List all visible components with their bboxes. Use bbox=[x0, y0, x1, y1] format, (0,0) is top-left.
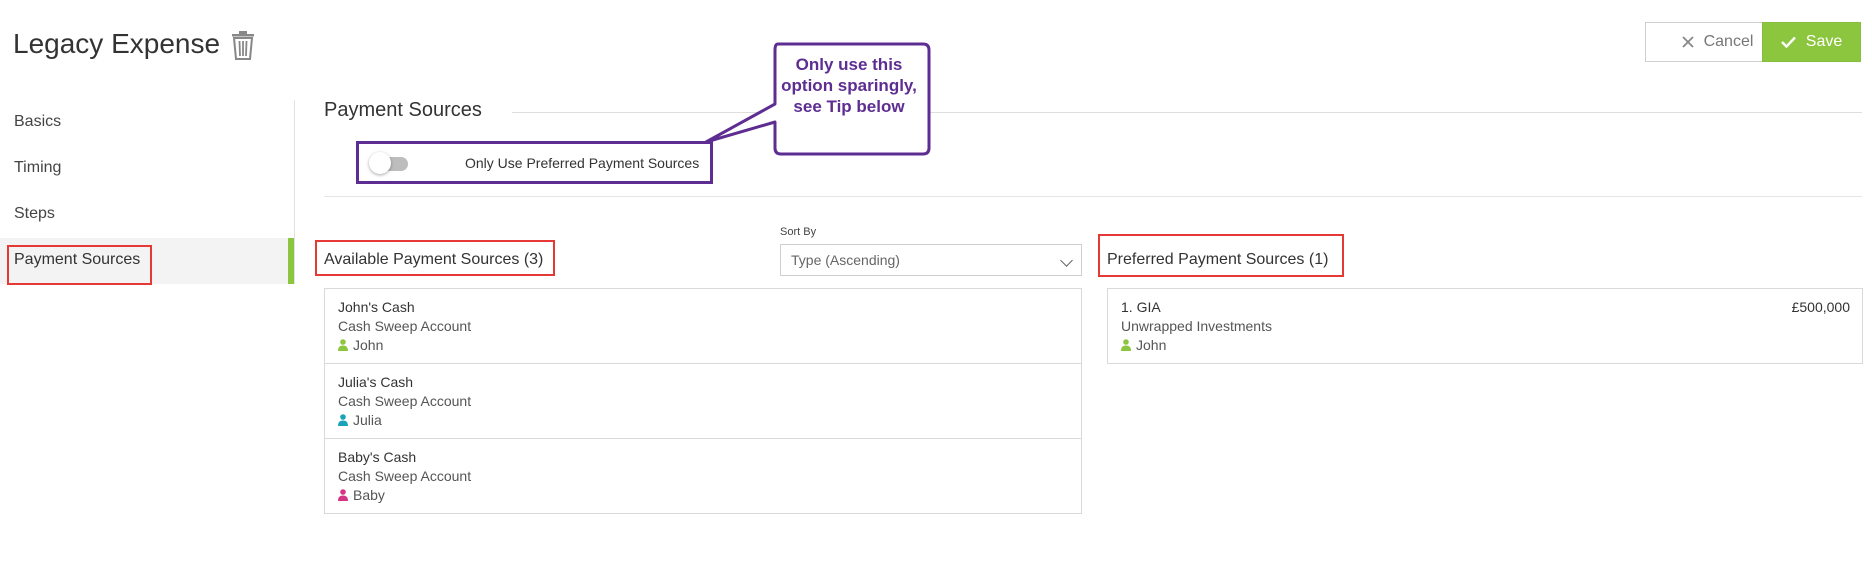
available-card-johns-cash[interactable]: John's Cash Cash Sweep Account John bbox=[324, 288, 1082, 364]
close-icon bbox=[1681, 36, 1694, 48]
person-icon bbox=[1121, 339, 1131, 351]
preferred-card-gia[interactable]: 1. GIA £500,000 Unwrapped Investments Jo… bbox=[1107, 288, 1863, 364]
sort-select[interactable]: Type (Ascending) bbox=[780, 244, 1082, 276]
page-title: Legacy Expense bbox=[13, 28, 221, 59]
person-icon bbox=[338, 414, 348, 426]
sort-select-value: Type (Ascending) bbox=[791, 252, 900, 268]
card-name: Baby's Cash bbox=[338, 449, 417, 465]
available-card-julias-cash[interactable]: Julia's Cash Cash Sweep Account Julia bbox=[324, 363, 1082, 439]
section-title: Payment Sources bbox=[324, 99, 482, 121]
save-label: Save bbox=[1805, 33, 1843, 50]
card-owner-name: John bbox=[1136, 337, 1167, 353]
card-type: Cash Sweep Account bbox=[338, 393, 472, 409]
trash-icon[interactable] bbox=[230, 30, 256, 60]
card-name: 1. GIA bbox=[1121, 299, 1161, 315]
sidebar-divider bbox=[294, 100, 295, 284]
card-type: Cash Sweep Account bbox=[338, 318, 472, 334]
card-owner: Baby bbox=[338, 487, 385, 503]
card-owner-name: Julia bbox=[353, 412, 382, 428]
card-name: Julia's Cash bbox=[338, 374, 414, 390]
card-owner-name: Baby bbox=[353, 487, 385, 503]
card-owner-name: John bbox=[353, 337, 384, 353]
sidebar-item-steps[interactable]: Steps bbox=[14, 205, 55, 223]
toggle-knob[interactable] bbox=[369, 152, 391, 174]
toggle-label: Only Use Preferred Payment Sources bbox=[465, 155, 700, 171]
cancel-label: Cancel bbox=[1703, 33, 1754, 50]
sidebar-highlight-box bbox=[7, 245, 152, 285]
sidebar-item-timing[interactable]: Timing bbox=[14, 159, 61, 177]
chevron-down-icon bbox=[1060, 254, 1073, 267]
available-highlight-box bbox=[315, 240, 555, 276]
sidebar-item-basics[interactable]: Basics bbox=[14, 113, 61, 131]
card-amount: £500,000 bbox=[1791, 299, 1850, 315]
card-name: John's Cash bbox=[338, 299, 415, 315]
card-owner: John bbox=[338, 337, 383, 353]
person-icon bbox=[338, 339, 348, 351]
available-card-babys-cash[interactable]: Baby's Cash Cash Sweep Account Baby bbox=[324, 438, 1082, 514]
toggle-divider bbox=[324, 196, 1862, 197]
card-type: Unwrapped Investments bbox=[1121, 318, 1272, 334]
person-icon bbox=[338, 489, 348, 501]
card-owner: John bbox=[1121, 337, 1166, 353]
card-type: Cash Sweep Account bbox=[338, 468, 472, 484]
save-button[interactable]: Save bbox=[1762, 22, 1861, 62]
callout-text: Only use this option sparingly, see Tip … bbox=[781, 55, 917, 116]
sort-by-label: Sort By bbox=[780, 226, 817, 238]
card-owner: Julia bbox=[338, 412, 382, 428]
check-icon bbox=[1780, 36, 1796, 48]
preferred-highlight-box bbox=[1098, 234, 1344, 277]
